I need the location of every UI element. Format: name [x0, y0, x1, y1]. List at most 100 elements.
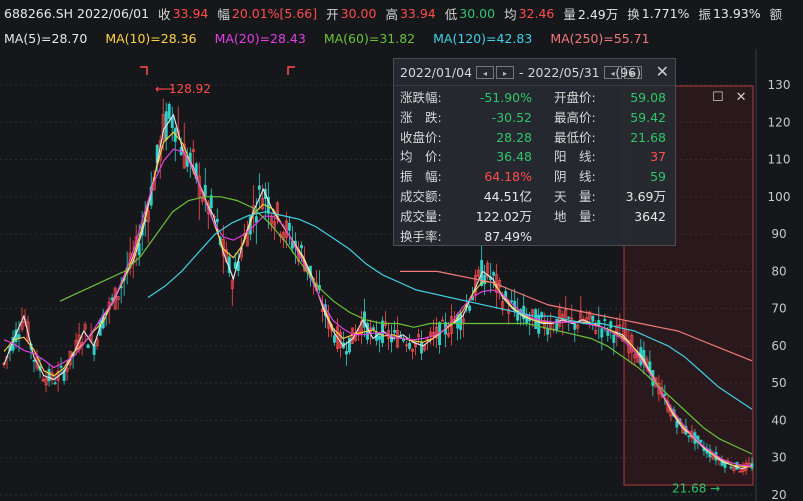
candle-body — [612, 334, 616, 343]
change-label: 幅 — [217, 7, 230, 22]
stat-value-left: 87.49% — [484, 228, 532, 244]
stat-value-left: 122.02万 — [475, 208, 532, 224]
ma250-legend: MA(250)=55.71 — [550, 30, 650, 46]
range-count: (96) — [615, 65, 641, 80]
y-tick-label: 120 — [768, 115, 791, 129]
stat-value-left: 36.48 — [496, 149, 532, 165]
stat-value-right: 59.08 — [630, 90, 666, 105]
stat-value-left: 28.28 — [496, 129, 532, 145]
candle-body — [609, 321, 613, 329]
candle-body — [393, 330, 396, 333]
change-value: 20.01%[5.66] — [231, 6, 318, 21]
volume-value: 2.49万 — [577, 7, 619, 22]
candle-body — [378, 335, 381, 340]
quote-bar: 688266.SH 2022/06/01 收 33.94 幅 20.01%[5.… — [0, 0, 803, 27]
candle-body — [167, 103, 171, 119]
range-bracket-right — [287, 66, 295, 75]
range-start-prev-button[interactable]: ◂ — [476, 65, 495, 79]
ma120-legend: MA(120)=42.83 — [433, 30, 533, 46]
stat-value-right: 3642 — [634, 208, 666, 224]
y-tick-label: 80 — [771, 264, 786, 278]
stat-label-left: 涨 跌: — [400, 109, 442, 125]
stat-label-left: 均 价: — [400, 149, 442, 165]
stat-label-right: 最高价: — [554, 109, 596, 125]
range-start-date: 2022/01/04 — [400, 64, 473, 80]
avg-label: 均 — [504, 7, 517, 22]
low-value: 30.00 — [459, 6, 496, 21]
candle-body — [492, 272, 496, 276]
range-stats-popup: 2022/01/04 ◂ ▸ - 2022/05/31 ◂ ▸ (96) ✕ 涨跌幅… — [393, 58, 676, 246]
y-tick-label: 100 — [768, 190, 791, 204]
candle-body — [59, 365, 63, 368]
candle-body — [170, 117, 174, 128]
ma20-legend: MA(20)=28.43 — [214, 30, 306, 46]
candle-body — [567, 316, 571, 319]
range-start-next-button[interactable]: ▸ — [496, 65, 515, 79]
stat-label-right: 地 量: — [554, 208, 596, 224]
candle-body — [254, 216, 258, 223]
low-label: 低 — [444, 7, 458, 22]
ma-legend: MA(5)=28.70 MA(10)=28.36 MA(20)=28.43 MA… — [0, 27, 803, 49]
low-annotation: 21.68 → — [672, 482, 720, 496]
candle-body — [215, 218, 219, 223]
candle-body — [53, 382, 57, 385]
stat-label-right: 天 量: — [554, 189, 596, 204]
ma60-legend: MA(60)=31.82 — [323, 30, 416, 46]
candle-body — [459, 313, 463, 331]
candle-body — [408, 342, 411, 349]
stat-label-right: 开盘价: — [554, 90, 596, 105]
volume-label: 量 — [563, 7, 576, 22]
maximize-icon[interactable]: ☐ — [712, 90, 724, 105]
stat-label-right: 阳 线: — [554, 149, 596, 165]
stat-value-right: 3.69万 — [625, 189, 666, 204]
y-tick-label: 30 — [771, 451, 786, 465]
candle-body — [729, 466, 733, 469]
candle-body — [345, 350, 348, 355]
ma5-legend: MA(5)=28.70 — [4, 30, 88, 46]
candle-body — [420, 342, 424, 354]
high-annotation: ← 128.92 — [155, 82, 211, 96]
y-tick-label: 90 — [771, 227, 786, 241]
avg-value: 32.46 — [518, 6, 555, 21]
turnover-value: 1.771% — [641, 6, 690, 21]
ma10-legend: MA(10)=28.36 — [105, 30, 197, 46]
candle-body — [663, 393, 667, 396]
amplitude-value: 13.93% — [712, 6, 761, 21]
candle-body — [603, 319, 607, 322]
close-label: 收 — [158, 7, 171, 22]
stat-label-left: 成交额: — [400, 189, 442, 204]
amount-label: 额 — [769, 7, 783, 22]
candle-body — [537, 314, 541, 334]
candle-body — [32, 359, 36, 362]
close-icon[interactable]: ✕ — [656, 62, 669, 81]
close-icon[interactable]: ✕ — [736, 90, 747, 105]
candle-body — [468, 305, 472, 311]
candle-body — [348, 337, 351, 353]
close-value: 33.94 — [172, 6, 209, 21]
y-tick-label: 70 — [771, 302, 786, 316]
stat-value-left: -30.52 — [491, 109, 532, 125]
stat-label-right: 阴 线: — [554, 169, 596, 185]
range-separator: - — [519, 64, 524, 80]
y-tick-label: 130 — [768, 78, 791, 92]
candle-body — [287, 222, 291, 231]
candle-body — [510, 300, 514, 303]
candle-body — [257, 185, 261, 190]
candle-body — [483, 274, 487, 285]
y-tick-label: 50 — [771, 376, 786, 390]
open-value: 30.00 — [340, 6, 377, 21]
stock-code-date: 688266.SH 2022/06/01 — [4, 6, 150, 21]
candle-body — [591, 315, 595, 322]
y-tick-label: 40 — [771, 413, 786, 427]
range-bracket-left — [140, 66, 148, 75]
candle-body — [372, 327, 375, 330]
stat-value-right: 59 — [650, 169, 666, 185]
stat-value-left: 44.51亿 — [483, 189, 532, 204]
amplitude-label: 振 — [698, 7, 711, 22]
y-tick-label: 110 — [768, 153, 791, 167]
stat-label-right: 最低价: — [554, 129, 596, 145]
open-label: 开 — [326, 7, 339, 22]
candle-body — [555, 318, 559, 331]
stat-label-left: 收盘价: — [400, 129, 442, 145]
candle-body — [546, 328, 550, 335]
